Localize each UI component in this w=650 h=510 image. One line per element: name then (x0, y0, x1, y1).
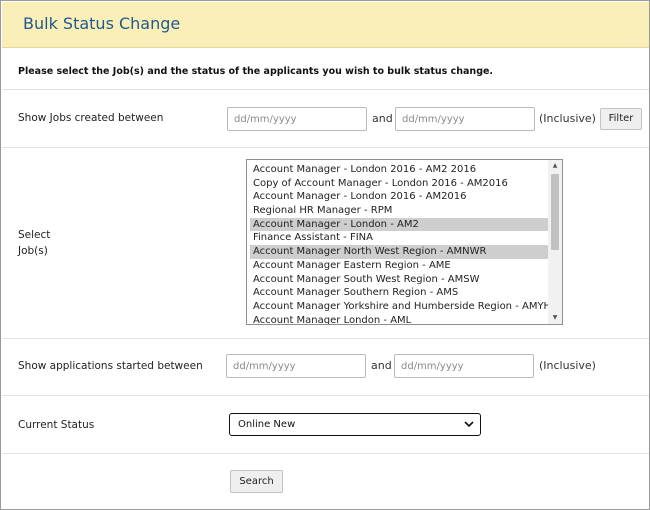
jobs-created-inclusive-text: (Inclusive) (539, 112, 596, 125)
scroll-thumb[interactable] (551, 174, 559, 250)
chevron-down-icon (464, 421, 474, 428)
jobs-list: Account Manager - London 2016 - AM2 2016… (250, 163, 548, 324)
divider (2, 338, 649, 339)
divider (2, 89, 649, 90)
job-option[interactable]: Account Manager Southern Region - AMS (250, 286, 548, 300)
select-jobs-label-line2: Job(s) (18, 245, 48, 257)
divider (2, 147, 649, 148)
job-option[interactable]: Regional HR Manager - RPM (250, 204, 548, 218)
jobs-listbox[interactable]: Account Manager - London 2016 - AM2 2016… (246, 159, 563, 325)
select-jobs-label-line1: Select (18, 229, 51, 241)
jobs-created-from-input[interactable] (227, 107, 367, 131)
current-status-label: Current Status (18, 419, 95, 431)
page-title: Bulk Status Change (23, 14, 181, 33)
current-status-select[interactable]: Online New (229, 413, 481, 436)
divider (2, 453, 649, 454)
search-button[interactable]: Search (230, 470, 283, 493)
job-option[interactable]: Account Manager South West Region - AMSW (250, 273, 548, 287)
filter-button[interactable]: Filter (600, 108, 642, 130)
page-frame: Bulk Status Change Please select the Job… (0, 0, 650, 510)
applications-started-to-input[interactable] (394, 354, 534, 378)
job-option[interactable]: Account Manager - London - AM2 (250, 217, 548, 232)
instructions-text: Please select the Job(s) and the status … (18, 66, 494, 77)
applications-started-label: Show applications started between (18, 360, 203, 372)
applications-started-from-input[interactable] (226, 354, 366, 378)
job-option[interactable]: Finance Assistant - FINA (250, 231, 548, 245)
jobs-created-and-text: and (372, 112, 393, 125)
job-option[interactable]: Account Manager Yorkshire and Humberside… (250, 300, 548, 314)
job-option[interactable]: Account Manager - London 2016 - AM2 2016 (250, 163, 548, 177)
scroll-up-arrow-icon[interactable]: ▲ (548, 160, 562, 172)
page-header: Bulk Status Change (2, 2, 649, 48)
jobs-created-label: Show Jobs created between (18, 112, 164, 124)
scroll-down-arrow-icon[interactable]: ▼ (548, 312, 562, 324)
applications-started-and-text: and (371, 359, 392, 372)
divider (2, 395, 649, 396)
job-option[interactable]: Account Manager North West Region - AMNW… (250, 245, 548, 259)
job-option[interactable]: Account Manager - London 2016 - AM2016 (250, 190, 548, 204)
job-option[interactable]: Copy of Account Manager - London 2016 - … (250, 177, 548, 191)
listbox-scrollbar[interactable]: ▲ ▼ (548, 160, 562, 324)
current-status-value: Online New (238, 419, 296, 430)
applications-started-inclusive-text: (Inclusive) (539, 359, 596, 372)
jobs-created-to-input[interactable] (395, 107, 535, 131)
job-option[interactable]: Account Manager Eastern Region - AME (250, 259, 548, 273)
job-option[interactable]: Account Manager London - AML (250, 314, 548, 324)
